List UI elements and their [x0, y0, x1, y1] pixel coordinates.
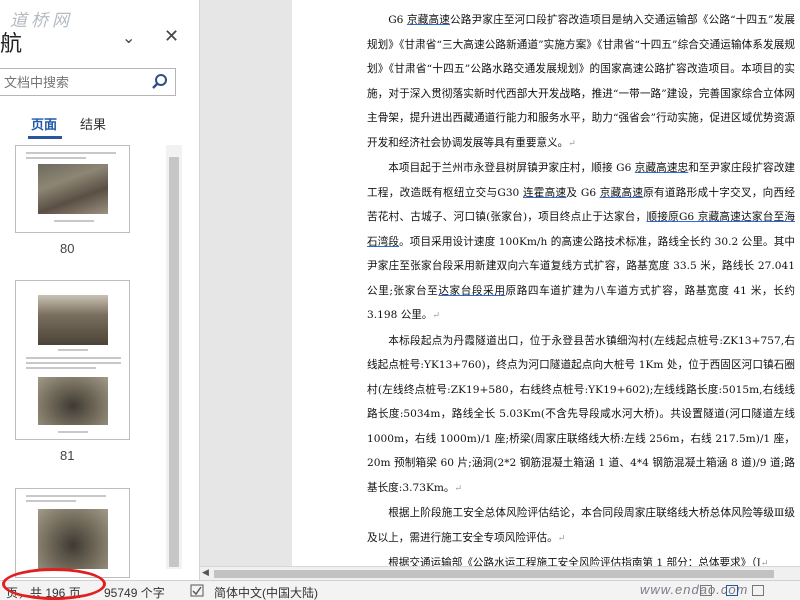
print-layout-icon[interactable] — [726, 585, 738, 596]
document-paragraph[interactable]: 本项目起于兰州市永登县树屏镇尹家庄村，顺接 G6 京藏高速忠和至尹家庄段扩容改建… — [367, 156, 795, 329]
page-thumbnail[interactable] — [15, 488, 130, 578]
active-tab-indicator — [28, 136, 62, 139]
document-page[interactable]: G6 京藏高速公路尹家庄至河口段扩容改造项目是纳入交通运输部《公路“十四五”发展… — [292, 0, 800, 569]
paragraph-mark-icon: ↵ — [557, 533, 566, 544]
web-layout-icon[interactable] — [752, 585, 764, 596]
underlined-term: 连霍高速 — [522, 186, 567, 199]
underlined-term: 达家台段采用 — [438, 284, 506, 297]
tab-results[interactable]: 结果 — [80, 114, 106, 133]
thumbnail-photo — [38, 509, 108, 569]
proofing-icon[interactable] — [190, 584, 204, 597]
tab-pages[interactable]: 页面 — [31, 114, 57, 133]
close-icon[interactable]: ✕ — [164, 26, 179, 47]
document-paragraph[interactable]: G6 京藏高速公路尹家庄至河口段扩容改造项目是纳入交通运输部《公路“十四五”发展… — [367, 8, 795, 156]
nav-pane-title: 航 — [0, 32, 23, 57]
search-icon[interactable] — [151, 73, 169, 91]
language-indicator[interactable]: 简体中文(中国大陆) — [214, 584, 318, 600]
page-thumbnail[interactable] — [15, 145, 130, 233]
paragraph-mark-icon: ↵ — [568, 138, 576, 149]
paragraph-mark-icon: ↵ — [432, 311, 441, 321]
thumbnail-photo — [38, 164, 108, 214]
underlined-term: 京藏高速 — [406, 14, 451, 26]
thumbnail-page-number: 81 — [60, 448, 75, 463]
page-count-indicator[interactable]: 页，共 196 页 — [6, 584, 81, 600]
underlined-term: 京藏高速忠 — [634, 162, 689, 174]
word-count-indicator[interactable]: 95749 个字 — [104, 584, 165, 600]
paragraph-mark-icon: ↵ — [454, 483, 463, 494]
nav-search-box[interactable] — [0, 68, 176, 96]
nav-scrollbar-thumb[interactable] — [169, 157, 179, 567]
document-area: G6 京藏高速公路尹家庄至河口段扩容改造项目是纳入交通运输部《公路“十四五”发展… — [200, 0, 800, 569]
document-body[interactable]: G6 京藏高速公路尹家庄至河口段扩容改造项目是纳入交通运输部《公路“十四五”发展… — [367, 8, 795, 577]
navigation-pane: 道桥网 航 ⌄ ✕ 页面 结果 80 81 — [0, 0, 200, 580]
scroll-left-arrow-icon[interactable]: ◀ — [202, 568, 209, 578]
thumbnail-page-number: 80 — [60, 241, 75, 256]
nav-scrollbar[interactable] — [166, 145, 182, 569]
read-mode-icon[interactable] — [700, 585, 712, 596]
underlined-term: 顺接原G6 京藏高速达家台至海石湾段 — [367, 211, 795, 248]
chevron-down-icon[interactable]: ⌄ — [122, 28, 135, 47]
underlined-term: 京藏高速 — [599, 186, 644, 199]
horizontal-scrollbar-thumb[interactable] — [214, 570, 774, 578]
document-paragraph[interactable]: 根据上阶段施工安全总体风险评估结论，本合同段周家庄联络线大桥总体风险等级Ⅲ级及以… — [367, 501, 795, 551]
horizontal-scrollbar[interactable]: ◀ — [200, 566, 800, 580]
search-input[interactable] — [4, 72, 144, 92]
page-thumbnail[interactable] — [15, 280, 130, 440]
thumbnail-photo — [38, 377, 108, 425]
thumbnail-photo — [38, 295, 108, 345]
status-bar: 页，共 196 页 95749 个字 简体中文(中国大陆) www.endao.… — [0, 580, 800, 600]
document-paragraph[interactable]: 本标段起点为丹霞隧道出口，位于永登县苦水镇细沟村(左线起点桩号:ZK13+757… — [367, 329, 795, 502]
